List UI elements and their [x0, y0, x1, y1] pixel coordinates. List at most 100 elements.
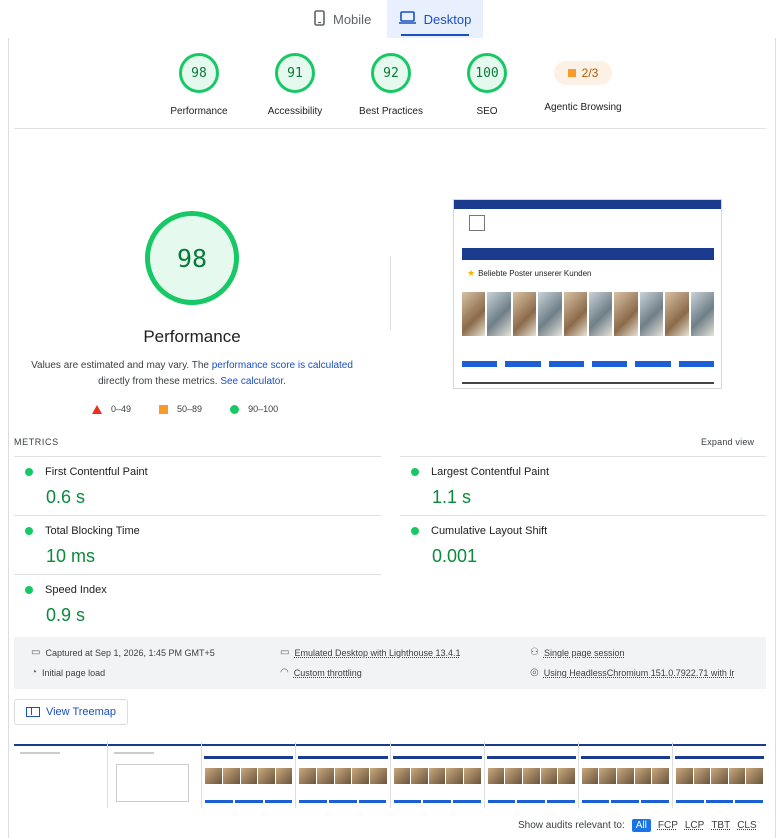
phone-icon	[314, 9, 325, 29]
thumb-logo	[469, 215, 485, 231]
gauge-score: 91	[275, 53, 315, 93]
tab-mobile-label: Mobile	[333, 11, 372, 27]
expand-view-toggle[interactable]: Expand view	[701, 437, 754, 447]
gauge-agentic-browsing[interactable]: 2/3 Agentic Browsing	[533, 53, 633, 113]
metric-name: Total Blocking Time	[45, 525, 140, 537]
metric-value: 0.001	[432, 546, 478, 566]
browser-icon: ◎	[530, 667, 539, 678]
thumb-nav	[462, 248, 714, 260]
gauge-seo[interactable]: 100 SEO	[437, 53, 537, 117]
info-text: Using HeadlessChromium 151.0.7922.71 wit…	[543, 667, 735, 678]
metric-speed-index: Speed Index 0.9 s	[25, 584, 385, 626]
note-text: directly from these metrics.	[98, 376, 221, 387]
metric-value: 0.6 s	[46, 487, 86, 507]
thumb-scrollbar	[462, 382, 714, 384]
session-icon: ⚇	[530, 647, 539, 658]
filmstrip-frame	[484, 742, 578, 808]
filmstrip-frame	[296, 742, 390, 808]
info-text: Captured at Sep 1, 2026, 1:45 PM GMT+5	[45, 647, 215, 658]
agentic-score: 2/3	[581, 66, 599, 80]
legend-range: 0–49	[111, 404, 132, 414]
filter-tbt[interactable]: TBT	[711, 820, 730, 831]
gauge-label: SEO	[476, 106, 498, 117]
metric-value: 1.1 s	[432, 487, 472, 507]
gauge-score: 92	[371, 53, 411, 93]
agentic-pill: 2/3	[554, 61, 612, 85]
gauge-score: 100	[467, 53, 507, 93]
score-legend: 0–49 50–89 90–100	[92, 404, 306, 414]
audit-filter: Show audits relevant to: All FCP LCP TBT…	[518, 819, 757, 832]
score-note: Values are estimated and may vary. The p…	[30, 358, 354, 390]
captured-info: ▭ Captured at Sep 1, 2026, 1:45 PM GMT+5	[31, 647, 215, 658]
filter-lcp[interactable]: LCP	[685, 820, 704, 831]
metrics-header: METRICS	[14, 437, 59, 447]
legend-range: 90–100	[248, 404, 279, 414]
divider	[400, 515, 766, 516]
pass-circle-icon	[230, 404, 240, 414]
laptop-icon	[398, 11, 416, 27]
throttling-info[interactable]: ◠ Custom throttling	[280, 667, 362, 678]
note-text: Values are estimated and may vary. The	[31, 360, 212, 371]
tab-desktop-label: Desktop	[423, 11, 472, 27]
performance-score-link[interactable]: performance score is calculated	[212, 360, 353, 371]
fail-triangle-icon	[92, 404, 102, 414]
metric-lcp: Largest Contentful Paint 1.1 s	[411, 466, 771, 508]
thumb-products	[462, 292, 715, 348]
session-info[interactable]: ⚇ Single page session	[530, 647, 625, 658]
gauge-best-practices[interactable]: 92 Best Practices	[341, 53, 441, 117]
see-calculator-link[interactable]: See calculator	[220, 376, 283, 387]
device-icon: ▭	[280, 647, 290, 658]
filter-cls[interactable]: CLS	[737, 820, 756, 831]
final-screenshot[interactable]: ★ Beliebte Poster unserer Kunden	[453, 199, 722, 389]
thumb-heading-text: Beliebte Poster unserer Kunden	[478, 269, 592, 278]
frame-border-left	[8, 38, 9, 838]
timer-icon: ◔	[31, 667, 38, 678]
pass-circle-icon	[411, 527, 419, 535]
metric-name: Cumulative Layout Shift	[431, 525, 548, 537]
metric-name: First Contentful Paint	[45, 466, 148, 478]
metric-fcp: First Contentful Paint 0.6 s	[25, 466, 385, 508]
star-icon: ★	[467, 268, 476, 278]
vertical-divider	[390, 256, 391, 330]
view-treemap-button[interactable]: View Treemap	[14, 699, 128, 725]
category-gauges: 98 Performance 91 Accessibility 92 Best …	[0, 50, 778, 122]
gauge-label: Performance	[170, 106, 228, 117]
load-info: ◔ Initial page load	[31, 667, 105, 678]
tab-mobile[interactable]: Mobile	[300, 0, 385, 38]
gauge-label: Agentic Browsing	[544, 102, 622, 113]
wifi-icon: ◠	[280, 667, 289, 678]
filmstrip-frame	[14, 742, 108, 808]
metric-value: 0.9 s	[46, 605, 86, 625]
filter-fcp[interactable]: FCP	[658, 820, 678, 831]
note-text: .	[283, 376, 286, 387]
pass-circle-icon	[25, 468, 33, 476]
info-text: Initial page load	[42, 667, 106, 678]
emulated-info[interactable]: ▭ Emulated Desktop with Lighthouse 13.4.1	[280, 647, 461, 658]
pass-circle-icon	[411, 468, 419, 476]
gauge-accessibility[interactable]: 91 Accessibility	[245, 53, 345, 117]
filmstrip-frame	[672, 742, 766, 808]
filmstrip-frame	[202, 742, 296, 808]
treemap-label: View Treemap	[45, 706, 117, 718]
browser-info[interactable]: ◎ Using HeadlessChromium 151.0.7922.71 wi…	[530, 667, 734, 678]
info-text: Emulated Desktop with Lighthouse 13.4.1	[294, 647, 461, 658]
pass-circle-icon	[25, 586, 33, 594]
filmstrip-frame	[390, 742, 484, 808]
filter-all[interactable]: All	[631, 819, 651, 832]
tab-desktop[interactable]: Desktop	[387, 0, 483, 38]
frame-border-right	[775, 38, 776, 838]
average-square-icon	[567, 69, 576, 77]
audit-filter-label: Show audits relevant to:	[518, 820, 625, 831]
device-tabs: Mobile Desktop	[0, 0, 778, 38]
runtime-info: ▭ Captured at Sep 1, 2026, 1:45 PM GMT+5 …	[14, 637, 766, 689]
filmstrip-frame	[578, 742, 672, 808]
divider	[14, 574, 381, 575]
metric-name: Speed Index	[45, 584, 107, 596]
average-square-icon	[159, 404, 169, 414]
gauge-performance[interactable]: 98 Performance	[149, 53, 249, 117]
divider	[14, 128, 766, 129]
divider	[14, 515, 381, 516]
info-text: Custom throttling	[293, 667, 362, 678]
divider	[14, 456, 381, 457]
legend-pass: 90–100	[230, 404, 278, 414]
